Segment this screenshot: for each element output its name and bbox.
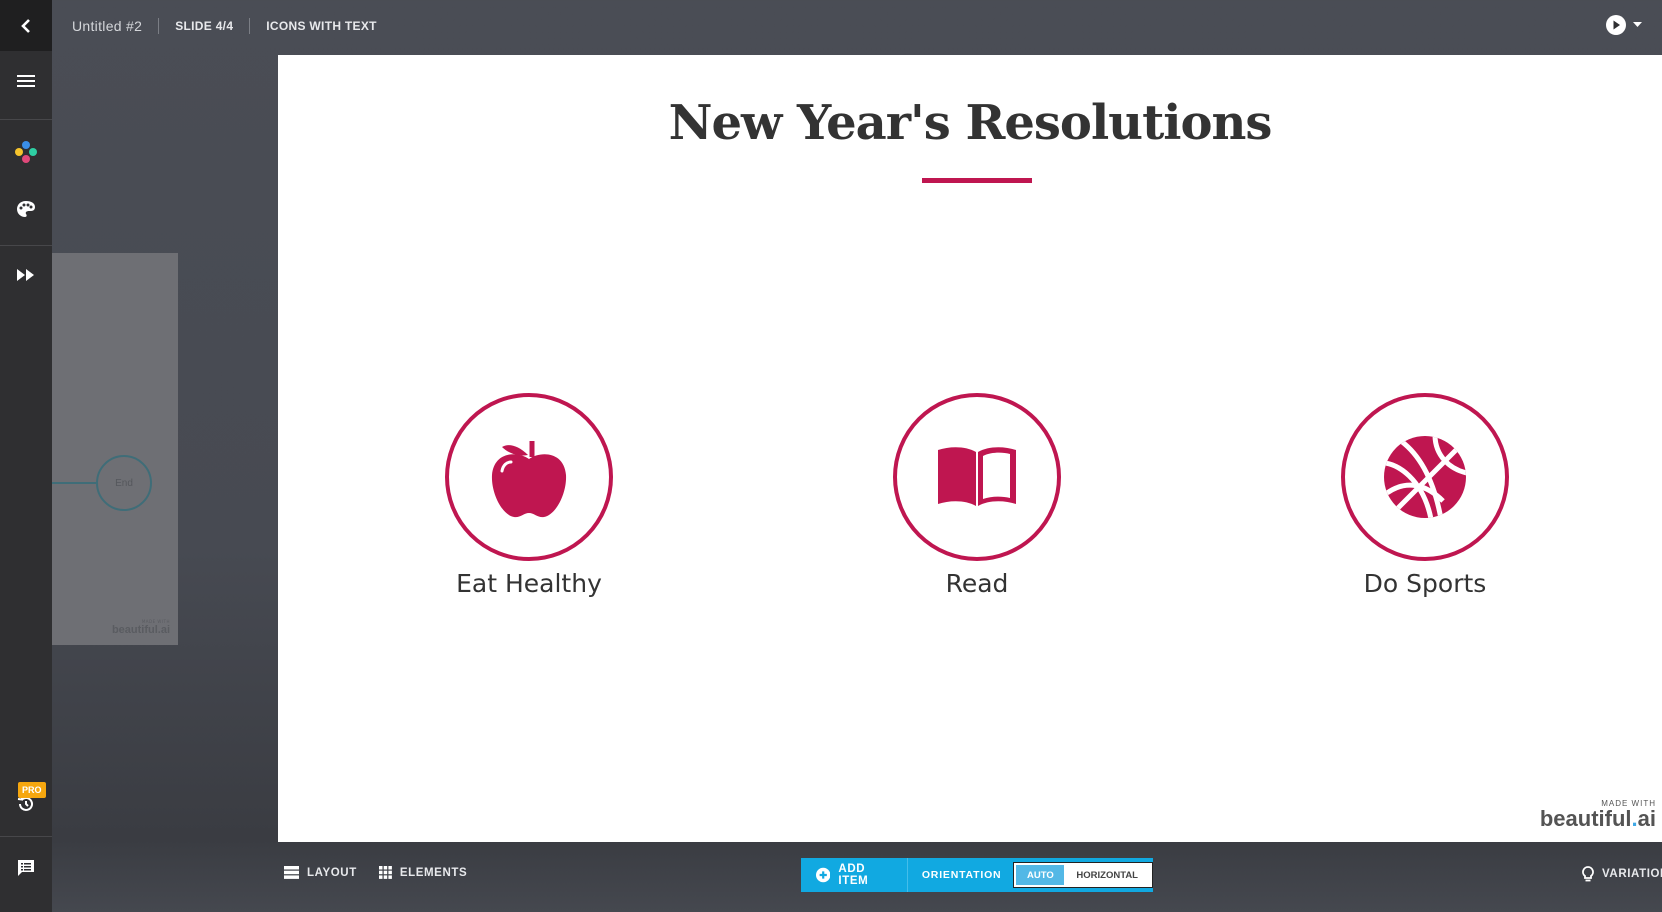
orientation-option-horizontal[interactable]: HORIZONTAL — [1064, 865, 1150, 885]
made-with-watermark: MADE WITH beautiful.ai — [1540, 799, 1656, 830]
thumbnail-watermark: MADE WITH beautiful.ai — [112, 619, 170, 636]
slide-canvas[interactable]: New Year's Resolutions Eat Healthy Read — [278, 55, 1662, 842]
color-dots-icon — [15, 141, 37, 163]
pro-badge: PRO — [18, 782, 46, 798]
add-item-label: ADD ITEM — [838, 863, 869, 887]
thumbnail-connector-line — [52, 482, 96, 484]
slide-title[interactable]: New Year's Resolutions — [278, 95, 1662, 151]
hamburger-menu-icon — [17, 75, 35, 87]
icon-circle — [1341, 393, 1509, 561]
chevron-left-icon — [21, 18, 30, 33]
template-name: ICONS WITH TEXT — [266, 18, 377, 33]
sidebar-animations-button[interactable] — [0, 255, 52, 295]
comment-list-icon — [18, 860, 34, 876]
add-item-button[interactable]: ADD ITEM — [801, 858, 908, 892]
sidebar-divider — [0, 836, 52, 837]
layout-icon — [284, 866, 299, 879]
brand-suffix: ai — [1637, 806, 1656, 831]
item-label[interactable]: Eat Healthy — [409, 569, 649, 598]
title-underline — [922, 178, 1032, 183]
sidebar-comments-button[interactable] — [0, 848, 52, 888]
layout-label: LAYOUT — [307, 866, 357, 879]
bottom-toolbar-left: LAYOUT ELEMENTS — [284, 866, 467, 879]
play-button[interactable] — [1605, 14, 1642, 36]
icon-item-eat-healthy[interactable]: Eat Healthy — [409, 393, 649, 598]
item-options-toolbar: ADD ITEM ORIENTATION AUTO HORIZONTAL — [801, 858, 1153, 892]
grid-icon — [378, 866, 392, 879]
orientation-toggle: AUTO HORIZONTAL — [1013, 862, 1153, 888]
previous-slide-thumbnail[interactable]: End MADE WITH beautiful.ai — [52, 253, 178, 645]
thumbnail-brand: beautiful.ai — [111, 624, 170, 636]
caret-down-icon — [1633, 22, 1642, 27]
orientation-label: ORIENTATION — [921, 869, 1002, 881]
apple-icon — [491, 441, 567, 518]
brand-logo: beautiful.ai — [1540, 808, 1656, 830]
brand-name: beautiful — [1539, 806, 1632, 831]
icon-item-read[interactable]: Read — [857, 393, 1097, 598]
sidebar-theme-button[interactable] — [0, 189, 52, 229]
layout-button[interactable]: LAYOUT — [284, 866, 357, 879]
play-circle-icon — [1606, 15, 1626, 35]
icon-item-do-sports[interactable]: Do Sports — [1305, 393, 1545, 598]
sidebar-menu-button[interactable] — [0, 61, 52, 101]
palette-icon — [17, 201, 35, 217]
elements-button[interactable]: ELEMENTS — [378, 866, 468, 879]
fast-forward-icon — [17, 269, 34, 281]
basketball-icon — [1384, 436, 1466, 518]
variations-button[interactable]: VARIATIONS — [1582, 866, 1662, 882]
back-button[interactable] — [0, 0, 52, 51]
elements-label: ELEMENTS — [399, 866, 468, 879]
item-label[interactable]: Do Sports — [1305, 569, 1545, 598]
item-label[interactable]: Read — [857, 569, 1097, 598]
sidebar-divider — [0, 245, 52, 246]
slide-indicator: SLIDE 4/4 — [175, 18, 234, 33]
thumbnail-end-label: End — [115, 477, 133, 489]
plus-circle-icon — [816, 867, 831, 883]
open-book-icon — [938, 447, 1016, 506]
thumbnail-end-node: End — [96, 455, 152, 511]
icon-circle — [445, 393, 613, 561]
sidebar-elements-button[interactable] — [0, 132, 52, 172]
icon-circle — [893, 393, 1061, 561]
left-sidebar: PRO — [0, 0, 52, 912]
document-title[interactable]: Untitled #2 — [52, 18, 158, 34]
variations-label: VARIATIONS — [1602, 868, 1662, 880]
orientation-option-auto[interactable]: AUTO — [1016, 865, 1065, 885]
sidebar-divider — [0, 119, 52, 120]
lightbulb-icon — [1582, 866, 1594, 882]
top-bar: Untitled #2 SLIDE 4/4 ICONS WITH TEXT — [52, 0, 1662, 51]
